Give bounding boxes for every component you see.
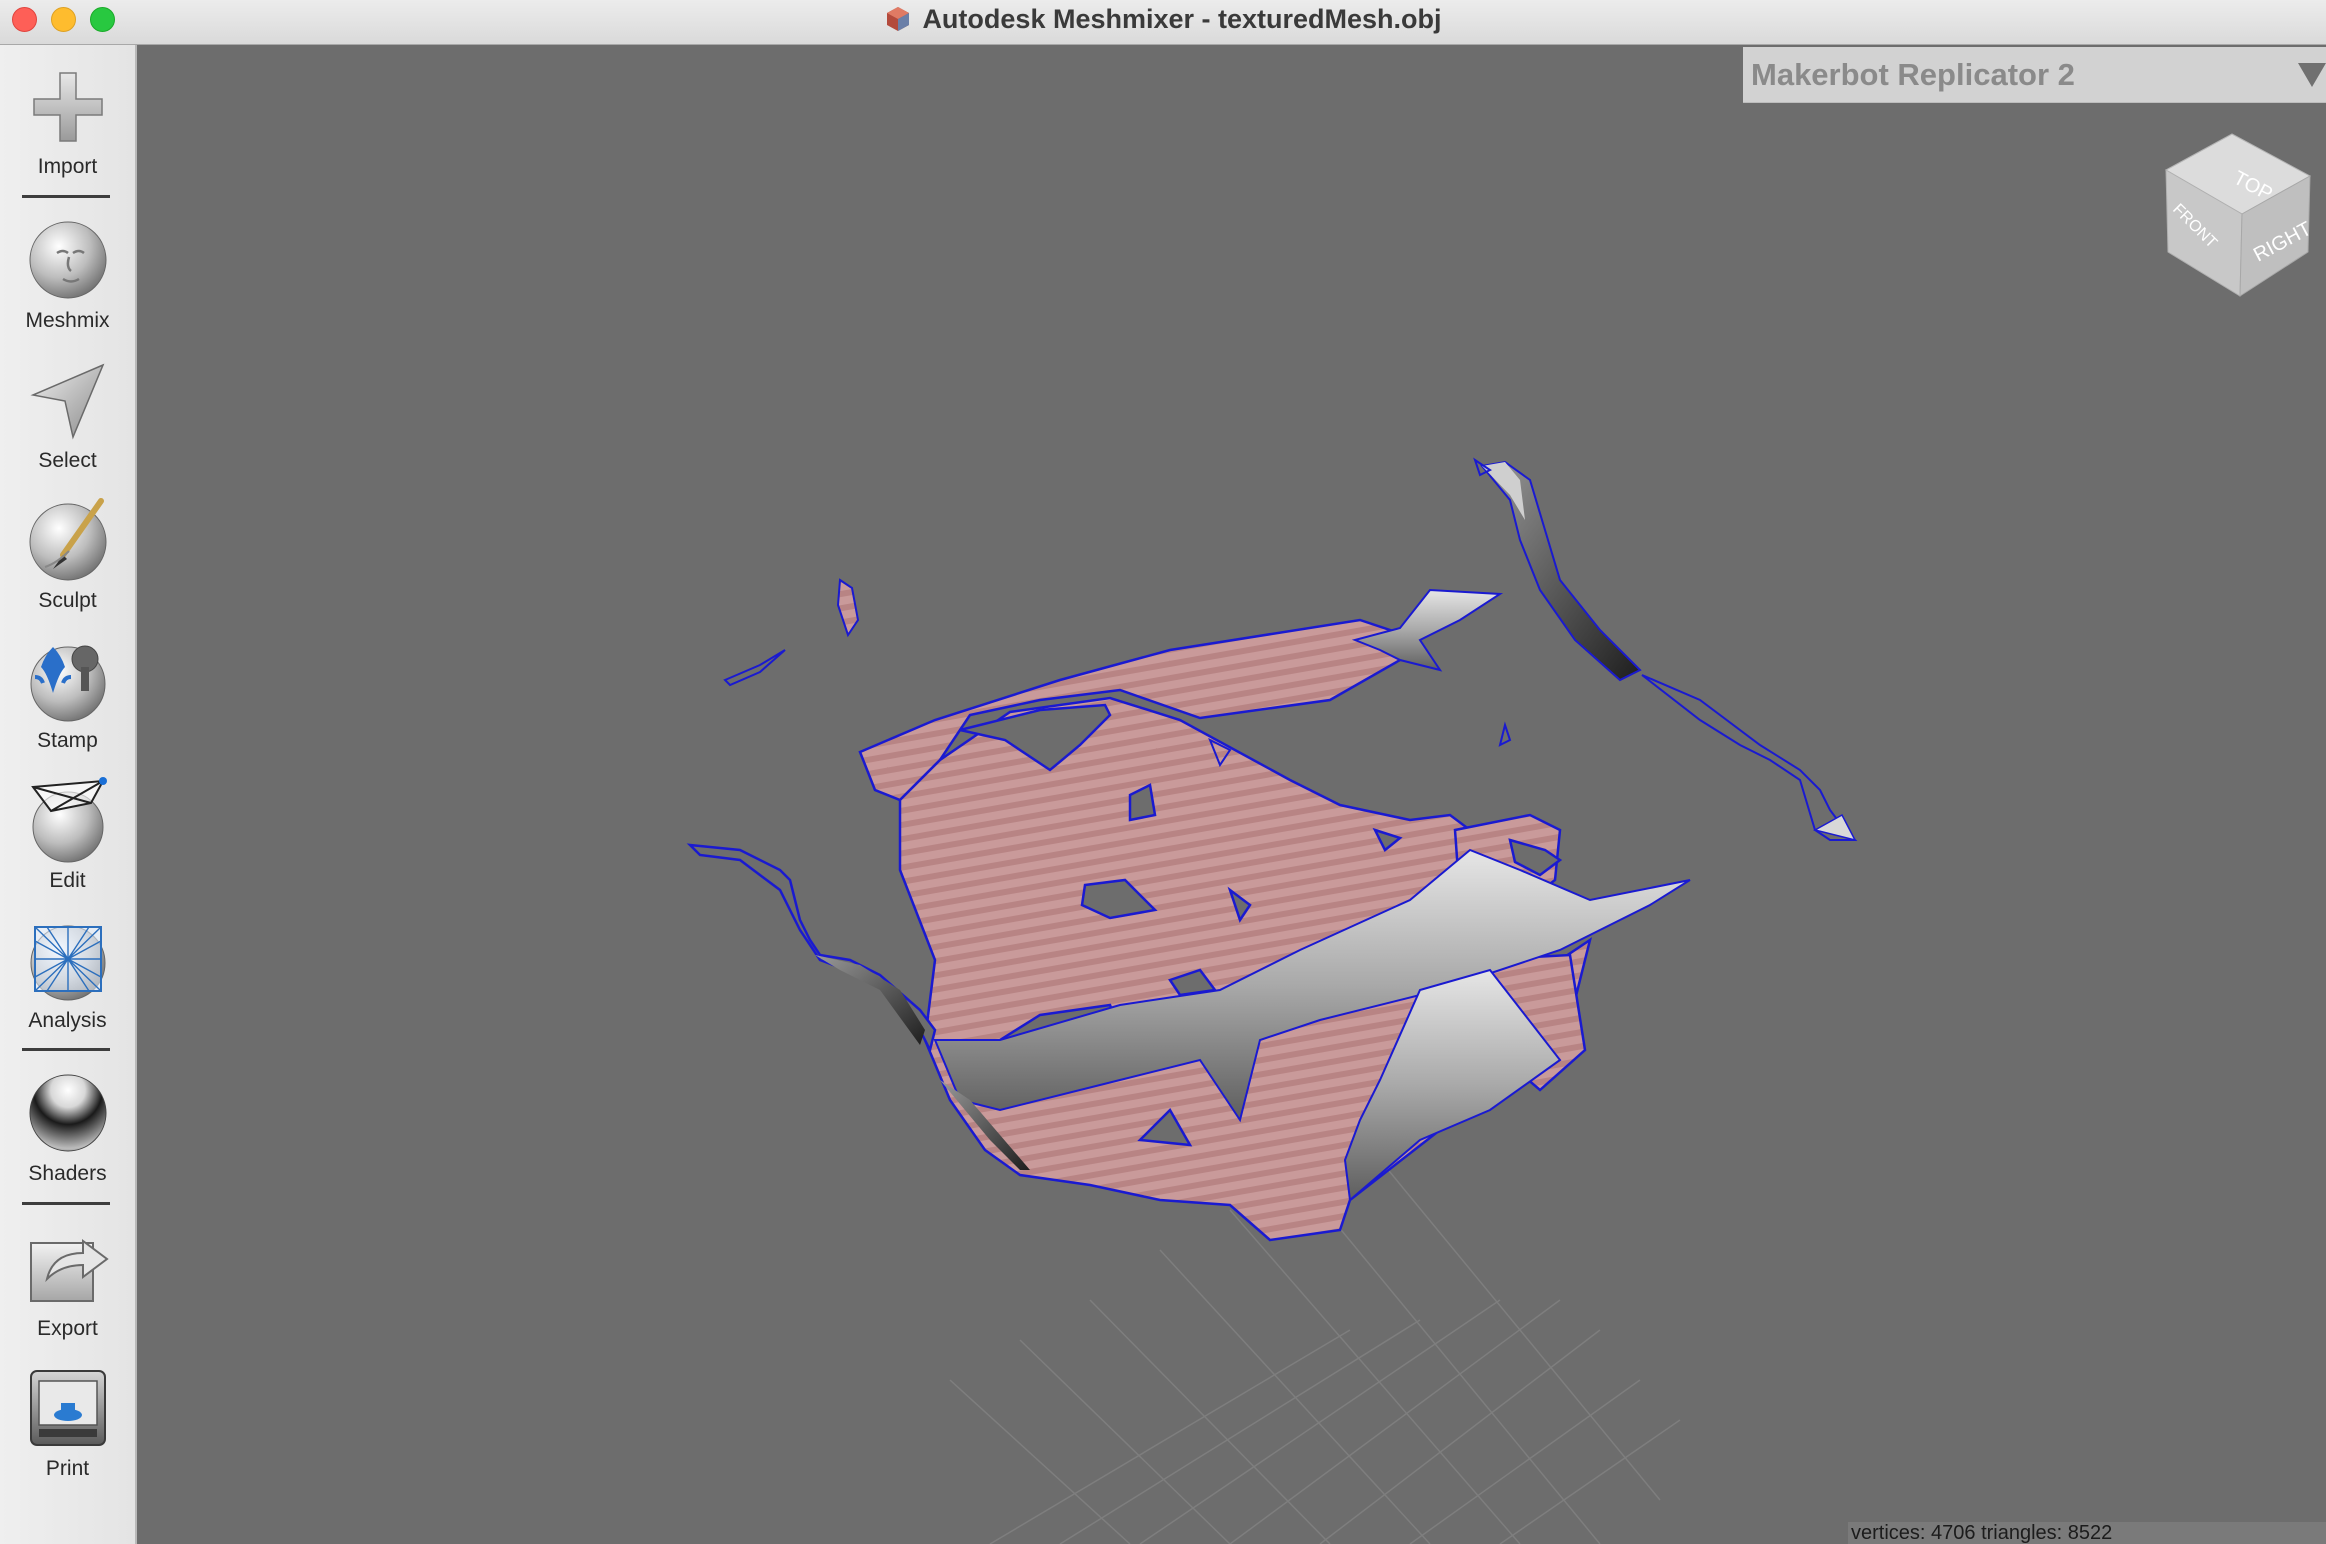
select-label: Select <box>38 449 97 472</box>
plus-icon <box>32 72 103 142</box>
sidebar-divider <box>22 195 110 198</box>
printer-dropdown-label: Makerbot Replicator 2 <box>1751 57 2075 92</box>
import-button[interactable]: Import <box>0 63 135 179</box>
import-label: Import <box>37 155 98 178</box>
mesh-stats-status: vertices: 4706 triangles: 8522 <box>1848 1522 2326 1544</box>
view-cube[interactable]: TOP FRONT RIGHT <box>2164 133 2315 297</box>
face-sphere-icon <box>29 221 106 299</box>
select-button[interactable]: Select <box>0 357 135 473</box>
triangle-down-icon <box>2298 63 2326 87</box>
arrow-cursor-icon <box>29 363 104 440</box>
export-arrow-icon <box>29 1239 109 1302</box>
stamp-sphere-icon <box>30 645 105 722</box>
print-label: Print <box>45 1457 90 1480</box>
meshmix-button[interactable]: Meshmix <box>0 217 135 333</box>
wireframe-sphere-icon <box>30 777 107 863</box>
edit-button[interactable]: Edit <box>0 777 135 893</box>
export-label: Export <box>37 1317 98 1340</box>
sidebar-divider <box>22 1202 110 1205</box>
chrome-sphere-icon <box>29 1074 106 1152</box>
edit-label: Edit <box>49 869 86 892</box>
analysis-label: Analysis <box>28 1009 107 1032</box>
shaders-label: Shaders <box>28 1162 107 1185</box>
textured-mesh-model[interactable] <box>686 457 1858 1242</box>
3d-viewport[interactable]: TOP FRONT RIGHT Makerbot Replicator 2 ve… <box>137 45 2326 1544</box>
title-bar: Autodesk Meshmixer - texturedMesh.obj <box>0 0 2326 45</box>
meshmixer-app-icon <box>887 7 910 31</box>
meshmix-label: Meshmix <box>25 309 110 332</box>
analysis-button[interactable]: Analysis <box>0 917 135 1033</box>
mesh-sphere-icon <box>30 925 105 1001</box>
window-title-group: Autodesk Meshmixer - texturedMesh.obj <box>0 0 2326 38</box>
stamp-label: Stamp <box>37 729 98 752</box>
scene-canvas[interactable]: TOP FRONT RIGHT <box>137 45 2326 1544</box>
printer-dropdown[interactable]: Makerbot Replicator 2 <box>1743 47 2326 103</box>
stamp-button[interactable]: Stamp <box>0 637 135 753</box>
tool-sidebar: Import Meshmix Select Sculpt Stamp Edit … <box>0 45 137 1544</box>
brush-sphere-icon <box>29 498 106 581</box>
printer-icon <box>29 1370 106 1446</box>
window-title: Autodesk Meshmixer - texturedMesh.obj <box>922 3 1442 34</box>
shaders-button[interactable]: Shaders <box>0 1070 135 1186</box>
sculpt-label: Sculpt <box>38 589 97 612</box>
export-button[interactable]: Export <box>0 1225 135 1341</box>
sculpt-button[interactable]: Sculpt <box>0 497 135 613</box>
print-button[interactable]: Print <box>0 1365 135 1481</box>
sidebar-divider <box>22 1048 110 1051</box>
